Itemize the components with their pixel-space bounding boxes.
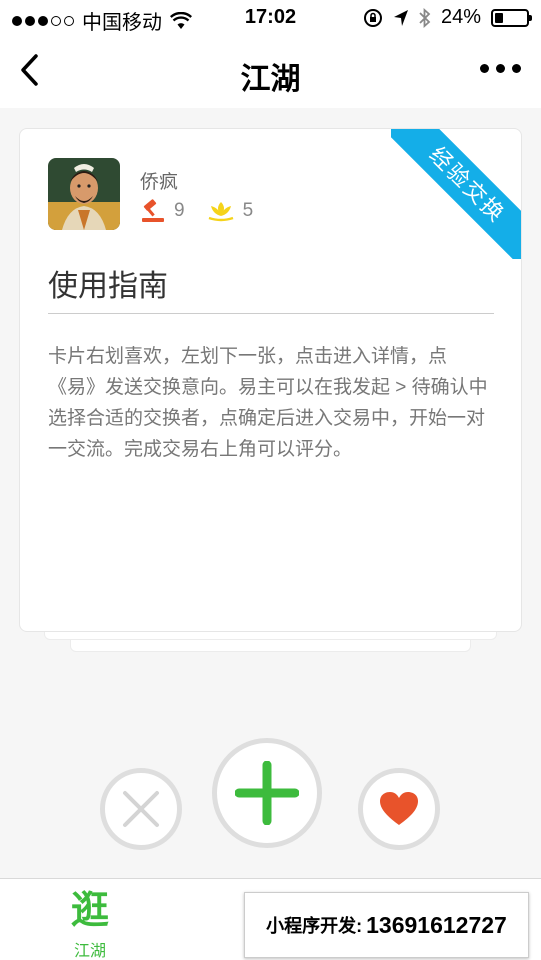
card-divider: [48, 313, 494, 314]
stat-gavel: 9: [140, 199, 185, 223]
promo-overlay: 小程序开发: 13691612727: [244, 892, 529, 958]
battery-icon: [491, 8, 532, 27]
page-title: 江湖: [240, 63, 301, 96]
nav-bar: 江湖: [0, 36, 541, 108]
ribbon-corner: 经验交换: [391, 129, 521, 259]
stroll-icon: 逛: [70, 890, 109, 932]
card-body-text: 卡片右划喜欢，左划下一张，点击进入详情，点《易》发送交换意向。易主可以在我发起 …: [48, 346, 488, 460]
tab-label: 江湖: [73, 943, 106, 960]
stat-lotus: 5: [207, 200, 254, 222]
rotation-lock-icon: [363, 8, 382, 27]
bluetooth-icon: [419, 7, 431, 28]
status-bar: 中国移动 17:02 24%: [0, 0, 541, 36]
user-stats: 9 5: [140, 199, 275, 223]
card-title: 使用指南: [48, 270, 168, 303]
avatar[interactable]: [48, 158, 120, 230]
close-icon: [123, 791, 159, 827]
add-button[interactable]: [212, 738, 322, 848]
location-arrow-icon: [393, 9, 408, 26]
tab-jianghu[interactable]: 逛 江湖: [50, 889, 130, 960]
swipe-card[interactable]: 经验交换 侨疯 9 5 使用指南 卡片右划喜欢，左划下一张，点击进入详情，点《易…: [19, 128, 522, 632]
stat-lotus-value: 5: [242, 200, 254, 221]
dislike-button[interactable]: [100, 768, 182, 850]
promo-phone: 13691612727: [366, 911, 507, 938]
stat-gavel-value: 9: [174, 200, 185, 221]
username: 侨疯: [140, 172, 179, 193]
gavel-icon: [142, 199, 164, 222]
battery-percent: 24%: [440, 6, 481, 28]
lotus-icon: [208, 202, 233, 222]
status-right: 24%: [363, 6, 532, 29]
like-button[interactable]: [358, 768, 440, 850]
more-dots-icon[interactable]: [480, 64, 521, 73]
category-ribbon: 经验交换: [391, 129, 521, 259]
promo-label: 小程序开发:: [266, 916, 363, 936]
plus-icon: [235, 761, 299, 825]
heart-icon: [380, 792, 418, 825]
